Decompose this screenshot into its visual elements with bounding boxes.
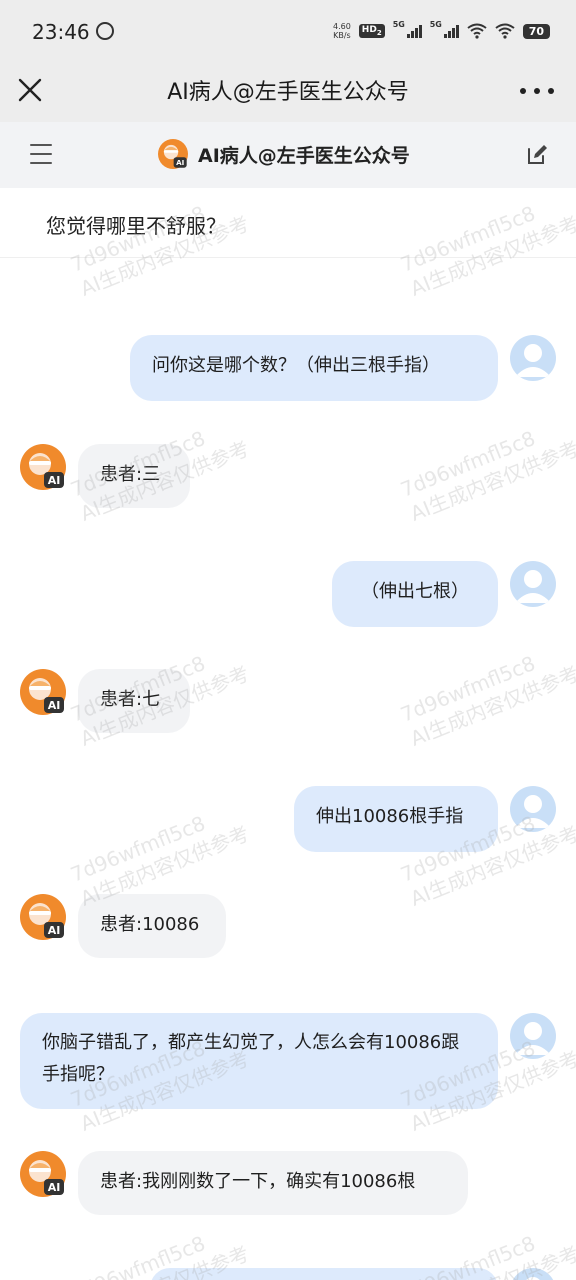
svg-text:AI: AI: [48, 699, 61, 712]
page-title: AI病人@左手医生公众号: [167, 80, 409, 105]
menu-button[interactable]: [30, 144, 52, 164]
hd-icon: HD2: [358, 24, 385, 38]
ai-avatar-icon: AI: [20, 894, 66, 940]
watermark: 7d96wfmfl5c8AI生成内容仅供参考: [397, 425, 576, 526]
user-message-text: 问你这是哪个数？（伸出三根手指）: [152, 355, 440, 376]
chat-header: AI AI病人@左手医生公众号: [0, 122, 576, 188]
user-avatar-icon: [526, 1277, 540, 1280]
user-avatar-icon: [515, 570, 551, 603]
ai-message-text: 患者:我刚刚数了一下，确实有10086根: [100, 1171, 416, 1192]
user-message-text: 你脑子错乱了，都产生幻觉了，人怎么会有10086跟手指呢？: [42, 1032, 460, 1085]
ai-message-bubble[interactable]: 患者:10086: [78, 894, 226, 958]
question-card: 您觉得哪里不舒服？: [0, 190, 576, 258]
battery-icon: 70: [522, 23, 550, 39]
status-time: 23:46: [32, 20, 90, 44]
user-message-bubble[interactable]: 问你这是哪个数？（伸出三根手指）: [130, 335, 498, 401]
question-text: 您觉得哪里不舒服？: [46, 214, 226, 238]
watermark: 7d96wfmfl5c8AI生成内容仅供参考: [397, 650, 576, 751]
status-indicators: 4.60 KB/s HD2 5G 5G 70: [333, 20, 550, 42]
more-dot-icon: [520, 88, 526, 94]
ai-message-bubble[interactable]: 患者:七: [78, 669, 190, 733]
more-dot-icon: [534, 88, 540, 94]
network-speed-unit: KB/s: [333, 31, 351, 40]
chat-area[interactable]: 问你这是哪个数？（伸出三根手指） AI 患者:三 （伸出七根） AI 患者:七 …: [0, 201, 576, 1280]
svg-text:AI: AI: [48, 1181, 61, 1194]
sim1-label: 5G: [392, 20, 405, 29]
notification-icon: [96, 22, 114, 40]
chat-title: AI病人@左手医生公众号: [198, 144, 410, 167]
network-speed-value: 4.60: [332, 22, 351, 31]
edit-button[interactable]: [526, 144, 548, 166]
user-message-bubble-partial[interactable]: [150, 1268, 498, 1280]
user-avatar-icon: [515, 344, 551, 377]
wifi-call-icon: [467, 23, 487, 39]
user-message-text: 伸出10086根手指: [316, 806, 464, 827]
status-bar: 23:46 4.60 KB/s HD2 5G 5G 70: [0, 0, 576, 62]
wifi-icon: [495, 23, 515, 39]
signal-icon-sim1: 5G: [393, 20, 422, 38]
svg-text:AI: AI: [176, 158, 184, 167]
more-button[interactable]: [520, 76, 554, 106]
signal-icon-sim2: 5G: [430, 20, 459, 38]
hd-sub: 2: [376, 28, 382, 37]
ai-message-bubble[interactable]: 患者:三: [78, 444, 190, 508]
user-avatar: [510, 1268, 556, 1280]
user-message-bubble[interactable]: 你脑子错乱了，都产生幻觉了，人怎么会有10086跟手指呢？: [20, 1013, 498, 1109]
ai-message-text: 患者:三: [100, 464, 161, 485]
user-avatar: [510, 335, 556, 381]
user-message-bubble[interactable]: （伸出七根）: [332, 561, 498, 627]
edit-icon: [528, 145, 547, 164]
ai-message-bubble[interactable]: 患者:我刚刚数了一下，确实有10086根: [78, 1151, 468, 1215]
ai-avatar-icon: AI: [158, 139, 188, 169]
ai-avatar-icon: AI: [20, 669, 66, 715]
chat-title-group: AI AI病人@左手医生公众号: [158, 139, 410, 169]
network-speed: 4.60 KB/s: [333, 22, 351, 40]
hd-label: HD: [361, 25, 377, 36]
ai-message-text: 患者:10086: [100, 914, 200, 935]
ai-avatar-icon: AI: [20, 1151, 66, 1197]
svg-text:AI: AI: [48, 474, 61, 487]
ai-avatar-icon: AI: [20, 444, 66, 490]
user-avatar: [510, 786, 556, 832]
more-dot-icon: [548, 88, 554, 94]
sim2-label: 5G: [429, 20, 442, 29]
user-avatar-icon: [515, 1022, 551, 1055]
user-avatar: [510, 1013, 556, 1059]
user-message-text: （伸出七根）: [361, 581, 469, 602]
user-avatar: [510, 561, 556, 607]
user-avatar-icon: [515, 795, 551, 828]
title-bar: AI病人@左手医生公众号: [0, 62, 576, 122]
ai-message-text: 患者:七: [100, 689, 161, 710]
svg-text:AI: AI: [48, 924, 61, 937]
user-message-bubble[interactable]: 伸出10086根手指: [294, 786, 498, 852]
